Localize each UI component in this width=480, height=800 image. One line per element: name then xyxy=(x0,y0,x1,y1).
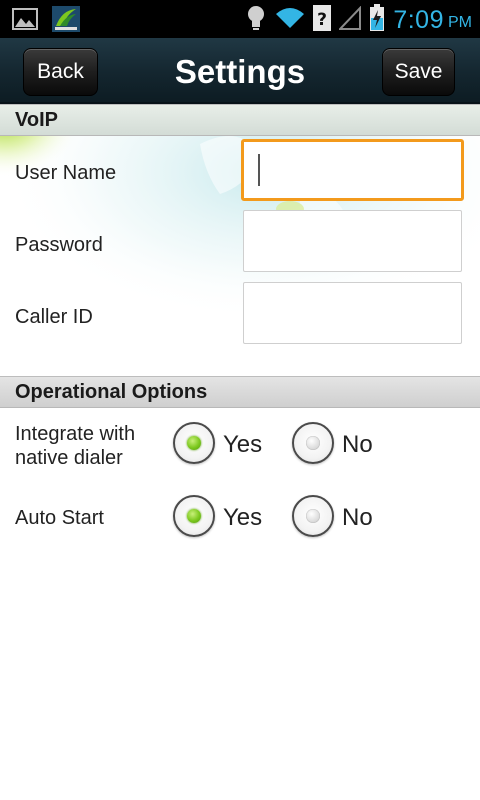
svg-text:?: ? xyxy=(317,10,327,30)
title-bar: Settings Back Save xyxy=(0,38,480,104)
clock-ampm: PM xyxy=(448,14,472,31)
password-input[interactable] xyxy=(244,211,461,271)
caller-id-label: Caller ID xyxy=(15,306,93,328)
integrate-no-label[interactable]: No xyxy=(342,431,373,459)
password-field[interactable] xyxy=(243,210,462,272)
auto-start-yes-label[interactable]: Yes xyxy=(223,504,262,532)
signal-icon xyxy=(337,5,362,34)
section-header-voip: VoIP xyxy=(0,104,480,136)
text-cursor xyxy=(258,154,260,186)
radio-unselected-indicator xyxy=(306,509,320,523)
lightbulb-icon xyxy=(245,4,267,36)
user-name-input[interactable] xyxy=(244,142,461,198)
auto-start-yes-radio[interactable] xyxy=(173,495,215,537)
user-name-field[interactable] xyxy=(241,139,464,201)
user-name-label: User Name xyxy=(15,162,117,184)
integrate-native-dialer-label: Integrate with native dialer xyxy=(15,422,135,470)
battery-charging-icon xyxy=(369,4,385,36)
integrate-yes-label[interactable]: Yes xyxy=(223,431,262,459)
radio-selected-indicator xyxy=(187,436,201,450)
radio-unselected-indicator xyxy=(306,436,320,450)
integrate-yes-radio[interactable] xyxy=(173,422,215,464)
integrate-no-radio[interactable] xyxy=(292,422,334,464)
caller-id-field[interactable] xyxy=(243,282,462,344)
integrate-label-line1: Integrate with xyxy=(15,423,136,445)
gallery-icon xyxy=(12,7,38,35)
radio-selected-indicator xyxy=(187,509,201,523)
caller-id-input[interactable] xyxy=(244,283,461,343)
back-button[interactable]: Back xyxy=(23,48,98,96)
app-notification-icon xyxy=(52,6,80,36)
wifi-icon xyxy=(275,6,305,34)
save-button[interactable]: Save xyxy=(382,48,455,96)
status-bar: ? 7:09 PM xyxy=(0,0,480,38)
section-header-operational-options: Operational Options xyxy=(0,376,480,408)
password-label: Password xyxy=(15,234,103,256)
clock-time: 7:09 xyxy=(393,5,444,34)
unknown-network-icon: ? xyxy=(313,5,332,35)
auto-start-no-label[interactable]: No xyxy=(342,504,373,532)
auto-start-no-radio[interactable] xyxy=(292,495,334,537)
integrate-label-line2: native dialer xyxy=(15,447,123,469)
auto-start-label: Auto Start xyxy=(15,507,104,529)
settings-form: VoIP User Name Password Caller ID Operat… xyxy=(0,104,480,800)
